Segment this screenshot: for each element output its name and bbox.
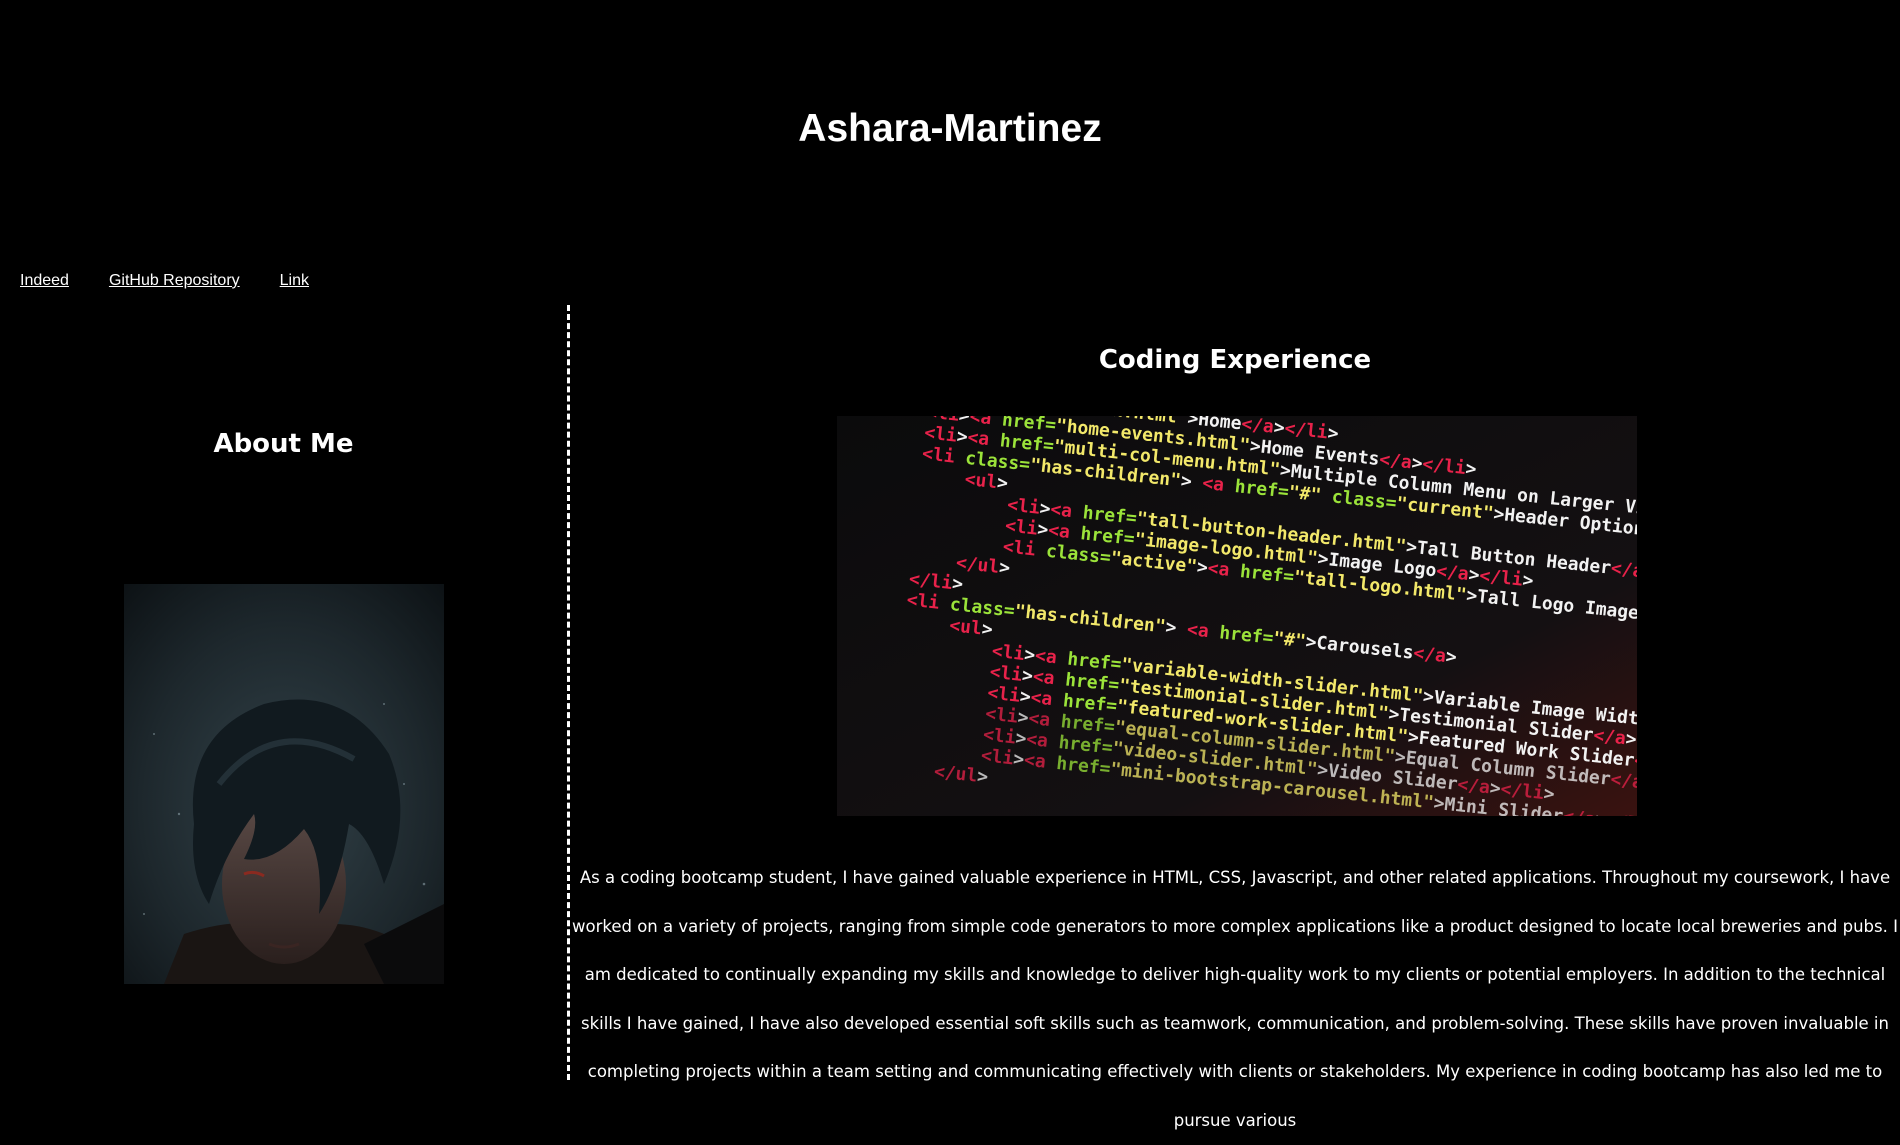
nav-link-link[interactable]: Link (280, 270, 309, 292)
code-screenshot-image: <li><a href="index.html">Home</a></li><l… (837, 416, 1637, 816)
about-section: About Me (0, 305, 567, 1080)
nav-bar: Indeed GitHub Repository Link (20, 270, 309, 292)
portrait-image (124, 584, 444, 984)
experience-paragraph: As a coding bootcamp student, I have gai… (572, 868, 1898, 1130)
site-header: Ashara-Martinez (0, 0, 1900, 260)
experience-title: Coding Experience (1098, 345, 1372, 375)
nav-link-indeed[interactable]: Indeed (20, 270, 69, 292)
about-title: About Me (213, 429, 354, 459)
page-title: Ashara-Martinez (798, 107, 1102, 150)
experience-section: Coding Experience <li><a href="index.htm… (570, 305, 1900, 1130)
nav-link-github-repository[interactable]: GitHub Repository (109, 270, 240, 292)
